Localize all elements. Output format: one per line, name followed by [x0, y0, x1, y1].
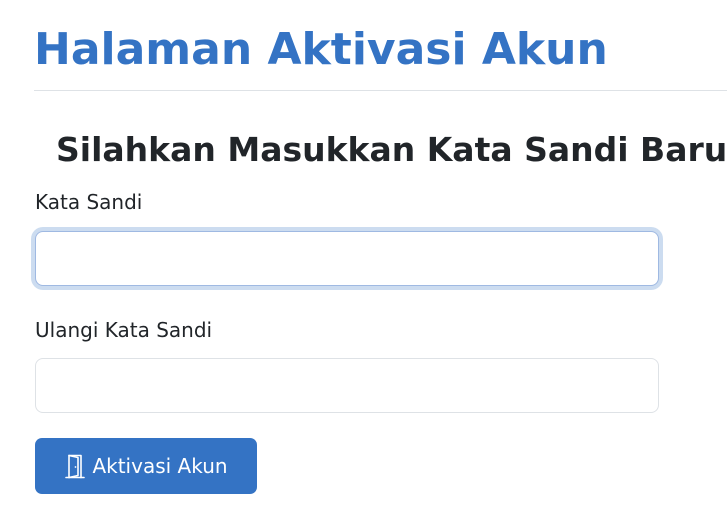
form-heading: Silahkan Masukkan Kata Sandi Baru	[56, 130, 727, 169]
activate-account-button[interactable]: Aktivasi Akun	[35, 438, 257, 494]
title-divider	[34, 90, 727, 91]
password-label: Kata Sandi	[35, 190, 143, 214]
activation-page: Halaman Aktivasi Akun Silahkan Masukkan …	[0, 0, 727, 520]
activate-account-label: Aktivasi Akun	[92, 454, 228, 478]
page-title: Halaman Aktivasi Akun	[34, 24, 608, 75]
confirm-password-label: Ulangi Kata Sandi	[35, 318, 213, 342]
password-input[interactable]	[35, 231, 659, 286]
door-open-icon	[64, 453, 86, 479]
confirm-password-input[interactable]	[35, 358, 659, 413]
